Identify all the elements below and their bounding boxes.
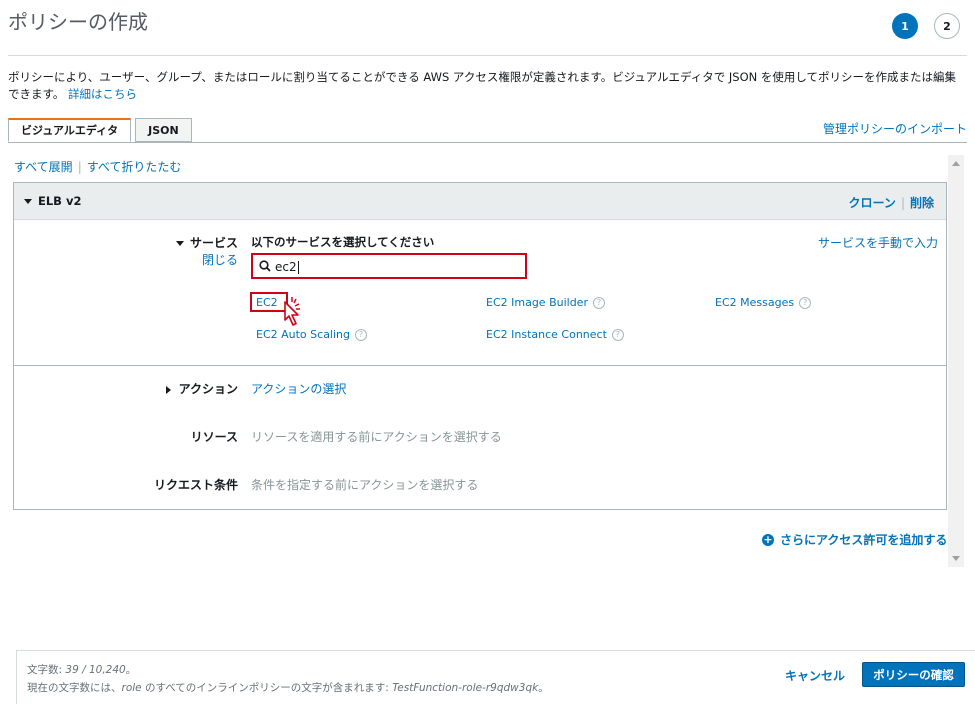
action-row-label[interactable]: アクション <box>165 380 238 397</box>
step-indicator-2: 2 <box>934 13 960 39</box>
editor-tabs: ビジュアルエディタ JSON <box>8 118 196 142</box>
tab-visual-editor[interactable]: ビジュアルエディタ <box>8 118 132 142</box>
vertical-scrollbar[interactable] <box>948 155 964 567</box>
caret-down-icon <box>175 241 184 246</box>
close-service-link[interactable]: 閉じる <box>202 251 238 268</box>
help-icon[interactable]: ? <box>611 328 624 341</box>
character-count-note: 現在の文字数には、role のすべてのインラインポリシーの文字が含まれます: T… <box>27 682 549 694</box>
add-permissions-label: さらにアクセス許可を追加する <box>780 533 948 547</box>
add-permissions-button[interactable]: + さらにアクセス許可を追加する <box>762 531 947 548</box>
click-cursor-icon <box>284 297 300 326</box>
service-option-ec2-messages[interactable]: EC2 Messages? <box>715 296 812 309</box>
review-policy-button[interactable]: ポリシーの確認 <box>862 662 965 687</box>
clone-button[interactable]: クローン <box>849 196 896 210</box>
request-conditions-hint: 条件を指定する前にアクションを選択する <box>251 478 479 492</box>
panel-title[interactable]: ELB v2 <box>24 194 81 208</box>
resource-row-label: リソース <box>190 430 238 444</box>
plus-circle-icon: + <box>762 533 774 546</box>
tab-divider <box>8 142 967 143</box>
scroll-down-icon[interactable] <box>952 556 960 561</box>
permission-panel: ELB v2 クローン | 削除 サービス 閉じる 以下のサービスを選択してください… <box>13 182 947 510</box>
service-option-ec2-instance-connect[interactable]: EC2 Instance Connect? <box>486 328 624 341</box>
page-title: ポリシーの作成 <box>8 10 148 34</box>
separator: | <box>77 160 82 174</box>
service-row-label[interactable]: サービス <box>175 234 238 251</box>
service-label: サービス <box>189 236 238 250</box>
search-value: ec2 <box>275 260 299 274</box>
caret-down-icon <box>24 199 32 204</box>
separator: | <box>900 196 905 210</box>
help-icon[interactable]: ? <box>592 296 605 309</box>
service-option-ec2-image-builder[interactable]: EC2 Image Builder? <box>486 296 605 309</box>
caret-right-icon <box>165 385 171 394</box>
tab-json[interactable]: JSON <box>135 118 192 142</box>
help-icon[interactable]: ? <box>355 328 367 341</box>
panel-actions: クローン | 削除 <box>849 194 934 211</box>
delete-button[interactable]: 削除 <box>910 196 934 210</box>
panel-divider <box>14 365 946 366</box>
import-managed-policy-link[interactable]: 管理ポリシーのインポート <box>823 120 967 137</box>
expand-all-link[interactable]: すべて展開 <box>14 160 73 174</box>
cancel-button[interactable]: キャンセル <box>785 667 845 684</box>
learn-more-link[interactable]: 詳細はこちら <box>68 87 137 101</box>
character-count: 文字数: 39 / 10,240。 <box>27 664 137 676</box>
search-icon <box>259 260 271 272</box>
panel-header[interactable]: ELB v2 クローン | 削除 <box>14 183 946 220</box>
description-text: ポリシーにより、ユーザー、グループ、またはロールに割り当てることができる AWS… <box>8 70 957 101</box>
collapse-all-link[interactable]: すべて折りたたむ <box>87 160 182 174</box>
policy-description: ポリシーにより、ユーザー、グループ、またはロールに割り当てることができる AWS… <box>8 69 963 103</box>
footer-bar: 文字数: 39 / 10,240。 現在の文字数には、role のすべてのインラ… <box>16 650 975 704</box>
scroll-up-icon[interactable] <box>952 161 960 166</box>
resource-hint: リソースを適用する前にアクションを選択する <box>251 430 502 444</box>
step-indicator-1: 1 <box>892 13 918 39</box>
service-select-heading: 以下のサービスを選択してください <box>251 235 435 249</box>
request-conditions-label: リクエスト条件 <box>153 478 238 492</box>
action-label: アクション <box>178 382 238 396</box>
select-action-link[interactable]: アクションの選択 <box>251 380 346 397</box>
expand-controls: すべて展開 | すべて折りたたむ <box>14 158 181 175</box>
help-icon[interactable]: ? <box>799 296 812 309</box>
panel-title-text: ELB v2 <box>38 194 82 208</box>
service-option-ec2-auto-scaling[interactable]: EC2 Auto Scaling? <box>256 328 367 341</box>
service-search-input[interactable]: ec2 <box>251 253 527 279</box>
header-divider <box>8 55 967 56</box>
manual-service-link[interactable]: サービスを手動で入力 <box>818 234 938 251</box>
